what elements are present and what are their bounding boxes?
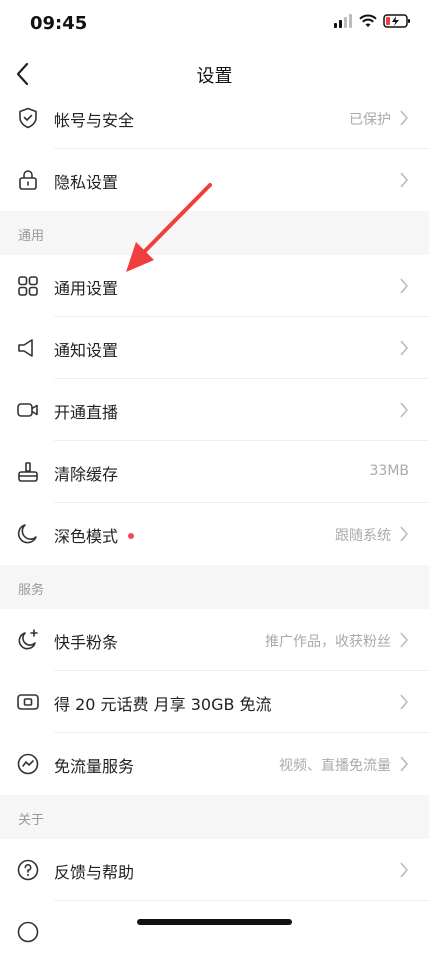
row-value: 视频、直播免流量 bbox=[279, 758, 391, 774]
video-camera-icon bbox=[17, 403, 38, 417]
new-dot-badge bbox=[128, 532, 135, 539]
row-clear-cache[interactable]: 清除缓存 33MB bbox=[0, 441, 429, 503]
row-kuaishou-fentiao[interactable]: 快手粉条 推广作品，收获粉丝 bbox=[0, 609, 429, 671]
row-label: 通用设置 bbox=[54, 279, 119, 298]
chevron-right-icon bbox=[400, 110, 409, 126]
row-account-security[interactable]: 帐号与安全 已保护 bbox=[0, 89, 429, 149]
info-icon bbox=[17, 921, 39, 943]
row-label: 快手粉条 bbox=[54, 633, 119, 652]
section-label: 通用 bbox=[18, 229, 45, 244]
chevron-right-icon bbox=[400, 402, 409, 418]
section-header-about: 关于 bbox=[0, 795, 429, 839]
chevron-right-icon bbox=[400, 756, 409, 772]
moon-icon bbox=[17, 524, 37, 544]
row-free-data-service[interactable]: 免流量服务 视频、直播免流量 bbox=[0, 733, 429, 795]
row-value: 跟随系统 bbox=[335, 528, 391, 544]
chevron-right-icon bbox=[400, 694, 409, 710]
row-value: 已保护 bbox=[349, 112, 391, 128]
section-label: 关于 bbox=[18, 813, 45, 828]
row-label: 免流量服务 bbox=[54, 757, 135, 776]
row-feedback-help[interactable]: 反馈与帮助 bbox=[0, 839, 429, 901]
row-label: 得 20 元话费 月享 30GB 免流 bbox=[54, 695, 272, 714]
row-notification-settings[interactable]: 通知设置 bbox=[0, 317, 429, 379]
row-label: 隐私设置 bbox=[54, 173, 119, 192]
row-value: 推广作品，收获粉丝 bbox=[265, 634, 391, 650]
row-label: 通知设置 bbox=[54, 341, 119, 360]
cache-size: 33MB bbox=[369, 463, 410, 479]
row-general-settings[interactable]: 通用设置 bbox=[0, 255, 429, 317]
row-phone-credit-promo[interactable]: 得 20 元话费 月享 30GB 免流 bbox=[0, 671, 429, 733]
lock-icon bbox=[19, 170, 37, 190]
page-title: 设置 bbox=[196, 66, 233, 87]
speaker-icon bbox=[18, 339, 33, 357]
help-icon bbox=[17, 859, 39, 881]
sim-card-icon bbox=[17, 694, 39, 710]
section-label: 服务 bbox=[18, 583, 45, 598]
home-indicator bbox=[137, 919, 292, 925]
row-label: 深色模式 bbox=[54, 523, 135, 547]
chevron-right-icon bbox=[400, 632, 409, 648]
rocket-icon bbox=[18, 629, 38, 650]
shield-check-icon bbox=[19, 107, 37, 129]
broom-icon bbox=[18, 462, 38, 482]
row-label: 清除缓存 bbox=[54, 465, 119, 484]
row-label-text: 深色模式 bbox=[54, 527, 119, 546]
row-privacy[interactable]: 隐私设置 bbox=[0, 149, 429, 211]
row-live-stream[interactable]: 开通直播 bbox=[0, 379, 429, 441]
chevron-right-icon bbox=[400, 278, 409, 294]
section-header-service: 服务 bbox=[0, 565, 429, 609]
chevron-right-icon bbox=[400, 862, 409, 878]
wifi-icon bbox=[359, 14, 377, 27]
row-partial-next[interactable] bbox=[0, 901, 429, 963]
status-time: 09:45 bbox=[30, 13, 88, 34]
row-label: 反馈与帮助 bbox=[54, 863, 135, 882]
section-header-general: 通用 bbox=[0, 211, 429, 255]
chevron-right-icon bbox=[400, 172, 409, 188]
status-bar: 09:45 bbox=[0, 0, 429, 48]
settings-list: 帐号与安全 已保护 隐私设置 通用 通用设置 通知设置 开通直播 清除缓存 33… bbox=[0, 89, 429, 963]
row-label: 开通直播 bbox=[54, 403, 119, 422]
chevron-right-icon bbox=[400, 526, 409, 542]
row-dark-mode[interactable]: 深色模式 跟随系统 bbox=[0, 503, 429, 565]
chevron-right-icon bbox=[400, 340, 409, 356]
status-icons bbox=[333, 14, 411, 28]
signal-icon bbox=[334, 14, 352, 28]
row-label: 帐号与安全 bbox=[54, 111, 135, 130]
wave-icon bbox=[17, 753, 39, 775]
grid-icon bbox=[18, 276, 38, 296]
battery-icon bbox=[383, 14, 410, 28]
